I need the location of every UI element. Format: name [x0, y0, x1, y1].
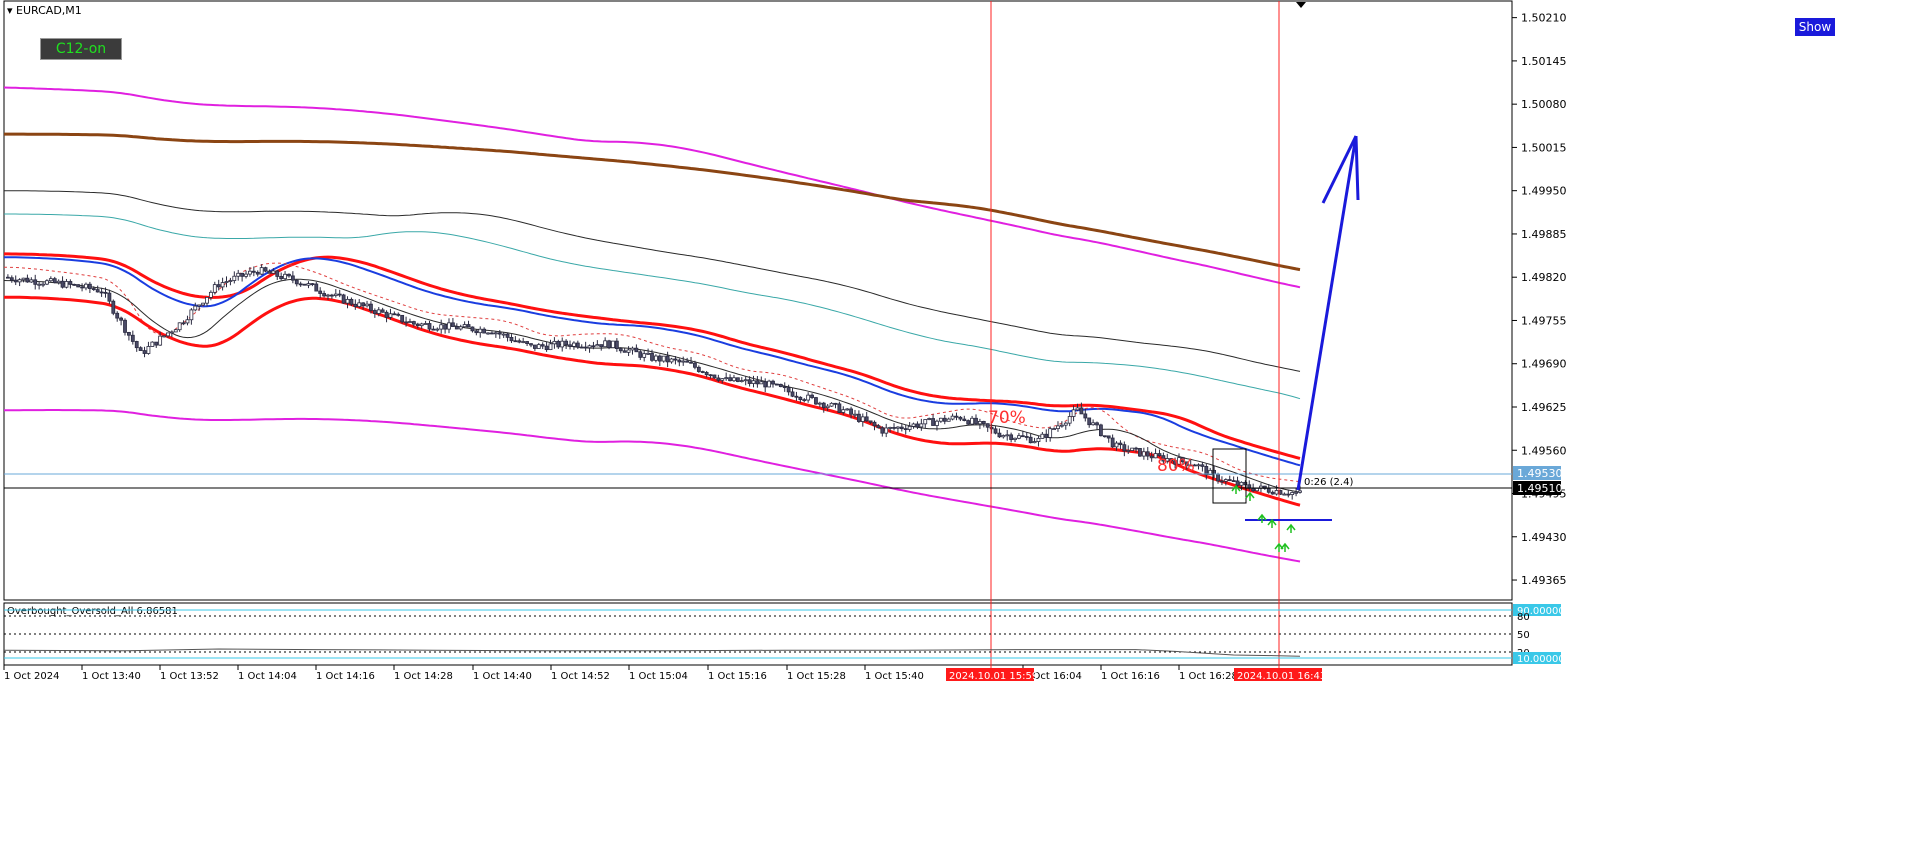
time-tick-label: 1 Oct 14:16 — [316, 671, 375, 682]
time-tick-label: 1 Oct 16:16 — [1101, 671, 1160, 682]
candle — [607, 339, 611, 350]
candle — [341, 293, 346, 304]
price-tick-label: 1.50080 — [1521, 98, 1567, 111]
vline-label-1559: 2024.10.01 15:59 — [949, 671, 1038, 682]
candle — [735, 377, 740, 383]
candle — [302, 283, 307, 286]
price-tick-label: 1.50145 — [1521, 55, 1567, 68]
indicator-level-label: 50 — [1517, 630, 1530, 641]
price-tick-label: 1.49950 — [1521, 185, 1567, 198]
price-tick-label: 1.49430 — [1521, 531, 1567, 544]
candle — [767, 379, 772, 388]
candle — [72, 283, 77, 286]
price-tick-label: 1.49755 — [1521, 314, 1567, 327]
label-80pct: 80% — [1157, 456, 1195, 476]
candle — [611, 340, 615, 349]
symbol-text: EURCAD,M1 — [16, 4, 82, 17]
time-tick-label: 1 Oct 2024 — [4, 671, 59, 682]
indicator-level-label: 80 — [1517, 612, 1530, 623]
candle — [814, 396, 818, 405]
candle — [775, 383, 779, 386]
price-tick-label: 1.50015 — [1521, 141, 1567, 154]
price-tick-label: 1.50210 — [1521, 12, 1567, 25]
vline-label-1643: 2024.10.01 16:43 — [1237, 671, 1326, 682]
time-tick-label: 1 Oct 14:40 — [473, 671, 532, 682]
indicator-level-label: 10.00000 — [1517, 654, 1565, 665]
price-tick-label: 1.49365 — [1521, 574, 1567, 587]
price-axis: 1.50210 1.50145 1.50080 1.50015 1.49950 1.498… — [1512, 12, 1567, 587]
time-tick-label: 1 Oct 13:40 — [82, 671, 141, 682]
time-tick-label: 1 Oct 14:52 — [551, 671, 610, 682]
price-tick-label: 1.49885 — [1521, 228, 1567, 241]
price-chart[interactable]: 1.50210 1.50145 1.50080 1.50015 1.49950 1.498… — [0, 0, 1920, 841]
candle — [150, 341, 155, 347]
time-tick-label: 1 Oct 14:28 — [394, 671, 453, 682]
label-70pct: 70% — [988, 408, 1026, 428]
time-tick-label: 1 Oct 15:16 — [708, 671, 767, 682]
time-tick-label: 1 Oct 15:28 — [787, 671, 846, 682]
indicator-title: Overbought_Oversold_All 6.86581 — [7, 606, 178, 617]
time-tick-label: 1 Oct 16:28 — [1179, 671, 1238, 682]
candle — [778, 383, 783, 388]
trade-info: 0:26 (2.4) — [1304, 477, 1353, 488]
time-axis: 1 Oct 2024 1 Oct 13:40 1 Oct 13:52 1 Oct 14… — [3, 665, 1238, 682]
price-tick-label: 1.49690 — [1521, 358, 1567, 371]
candle — [712, 374, 717, 379]
time-tick-label: 1 Oct 13:52 — [160, 671, 219, 682]
price-tick-label: 1.49560 — [1521, 444, 1567, 457]
candle — [1099, 423, 1103, 437]
price-tick-label: 1.49625 — [1521, 401, 1567, 414]
candle — [76, 284, 81, 288]
time-tick-label: 1 Oct 14:04 — [238, 671, 297, 682]
main-chart-frame — [3, 0, 1513, 601]
candle — [263, 266, 268, 273]
c12-toggle-button[interactable]: C12-on — [40, 38, 122, 60]
bid-price-label: 1.49510 — [1517, 482, 1563, 495]
candle — [1130, 447, 1135, 451]
symbol-label: ▾ EURCAD,M1 — [7, 4, 82, 17]
time-tick-label: 1 Oct 15:40 — [865, 671, 924, 682]
show-button[interactable]: Show — [1794, 17, 1836, 37]
ask-price-label: 1.49530 — [1517, 467, 1563, 480]
candle — [111, 299, 116, 316]
price-tick-label: 1.49820 — [1521, 271, 1567, 284]
candle — [1138, 448, 1142, 457]
time-tick-label: 1 Oct 15:04 — [629, 671, 688, 682]
